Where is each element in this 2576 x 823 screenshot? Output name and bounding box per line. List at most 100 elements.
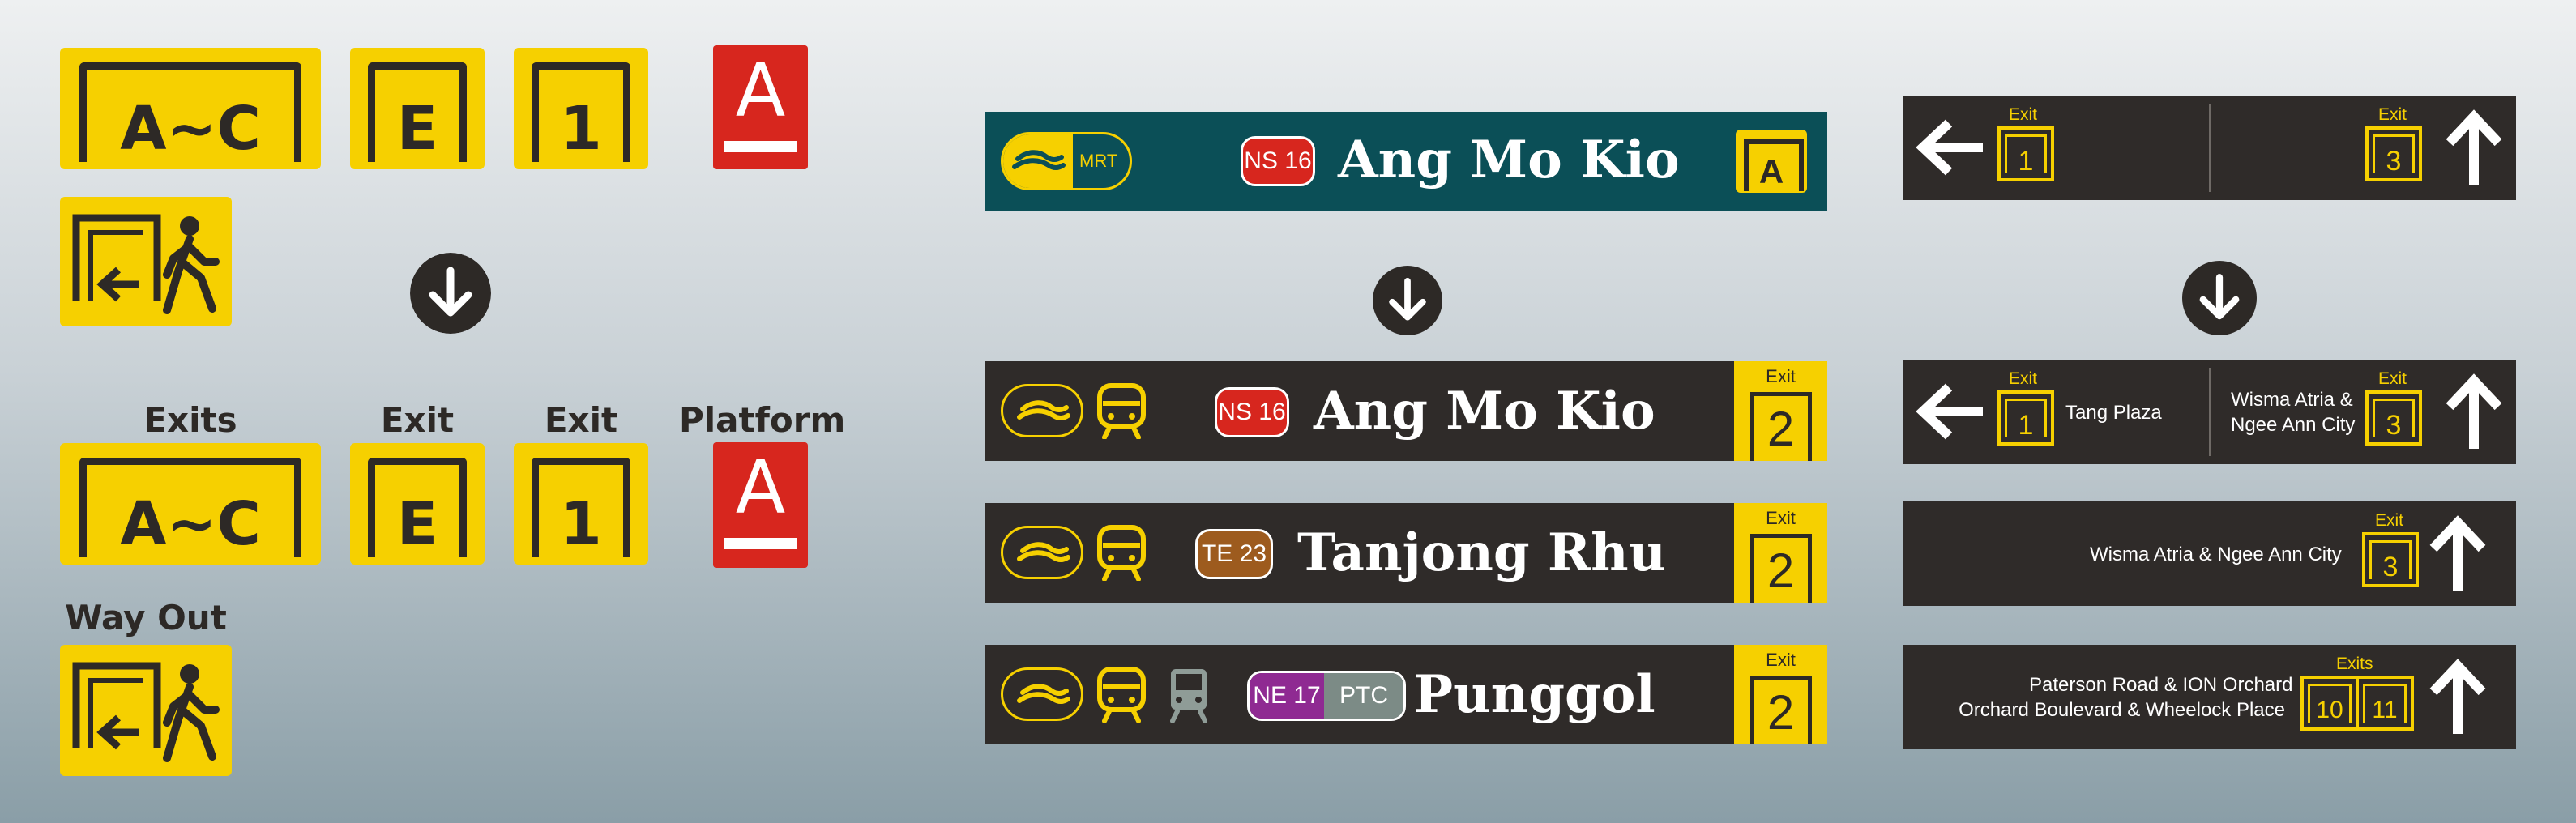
- mrt-logo: [1001, 526, 1083, 579]
- exit-a-tile: A: [1736, 130, 1807, 193]
- platform-letter: A: [735, 446, 786, 531]
- arrow-down-icon: [2182, 261, 2257, 335]
- arrow-up-icon: [2429, 515, 2486, 591]
- exit-tile-a-c-before: A~C: [60, 48, 321, 169]
- destination-paterson: Paterson Road & ION Orchard: [2029, 674, 2293, 696]
- exit-number: 11: [2372, 697, 2398, 723]
- train-icon: [1097, 667, 1146, 723]
- platform-bar: [724, 538, 797, 549]
- way-out-icon: [72, 662, 220, 762]
- mrt-logo: [1001, 667, 1083, 721]
- platform-tile-after: A: [713, 442, 808, 568]
- mrt-logo-text: MRT: [1079, 151, 1118, 171]
- mrt-logo-icon: [1012, 150, 1066, 170]
- direction-sign-2: Wisma Atria & Ngee Ann City Exit 3: [1903, 501, 2516, 606]
- station-sign-ang-mo-kio: NS 16 Ang Mo Kio Exit 2: [985, 361, 1827, 461]
- arrow-down-icon: [1373, 266, 1442, 335]
- exit-label-left: Exit: [2009, 369, 2038, 388]
- platform-bar: [724, 141, 797, 152]
- mrt-logo: MRT: [1001, 132, 1132, 190]
- mrt-logo-icon: [1017, 542, 1070, 562]
- way-out-tile-before: [60, 197, 232, 326]
- exit-box-3: 3: [2365, 390, 2422, 446]
- way-out-tile-after: [60, 645, 232, 776]
- exit-number: 3: [2386, 146, 2402, 177]
- exit-box-1: 1: [1997, 390, 2054, 446]
- direction-sign-3: Paterson Road & ION Orchard Orchard Boul…: [1903, 645, 2516, 749]
- exit-1-label: Exit: [544, 400, 618, 440]
- exit-tile-e-before: E: [350, 48, 485, 169]
- tile-text: E: [396, 94, 438, 164]
- exit-tile-a-c-after: A~C: [60, 443, 321, 565]
- destination-orchard-boulevard: Orchard Boulevard & Wheelock Place: [1959, 699, 2285, 721]
- mrt-logo-icon: [1017, 684, 1070, 704]
- station-code: TE 23: [1195, 529, 1273, 579]
- exit-tile-e-after: E: [350, 443, 485, 565]
- exit-2-panel: Exit 2: [1734, 503, 1827, 603]
- exit-2-panel: Exit 2: [1734, 361, 1827, 461]
- station-code-group: NE 17 PTC: [1247, 671, 1406, 721]
- tile-text: A~C: [120, 94, 261, 164]
- station-name: Ang Mo Kio: [1314, 381, 1655, 441]
- platform-tile-before: A: [713, 45, 808, 169]
- tile-text: A~C: [120, 489, 261, 559]
- exit-tile-1-after: 1: [514, 443, 648, 565]
- exit-box-1: 1: [1997, 126, 2054, 181]
- destination-wisma-2: Ngee Ann City: [2231, 414, 2356, 436]
- train-icon: [1097, 383, 1146, 439]
- lrt-icon: [1170, 669, 1207, 723]
- train-icon: [1097, 525, 1146, 581]
- exit-box-3: 3: [2362, 532, 2419, 587]
- divider: [2209, 368, 2211, 456]
- exit-tile-1-before: 1: [514, 48, 648, 169]
- station-name: Ang Mo Kio: [1338, 130, 1680, 190]
- exit-e-label: Exit: [380, 400, 455, 440]
- station-name: Punggol: [1414, 664, 1655, 725]
- arrow-down-icon: [410, 253, 491, 334]
- exit-label: Exit: [1766, 650, 1796, 670]
- exit-box-3: 3: [2365, 126, 2422, 181]
- exit-box-10: 10: [2300, 676, 2359, 731]
- arrow-up-icon: [2429, 659, 2486, 734]
- exit-label-right: Exit: [2378, 105, 2407, 124]
- exit-number: 3: [2386, 410, 2402, 441]
- divider: [2209, 104, 2211, 192]
- exits-label: Exits: [2336, 655, 2373, 673]
- tile-text: 1: [560, 489, 602, 559]
- exit-number: 2: [1766, 685, 1795, 740]
- station-code: NS 16: [1241, 136, 1315, 186]
- mrt-logo-icon: [1017, 400, 1070, 420]
- arrow-left-icon: [1916, 383, 1983, 440]
- tile-text: E: [396, 489, 438, 559]
- exit-number: 1: [2018, 146, 2034, 177]
- destination-tang-plaza: Tang Plaza: [2065, 402, 2162, 424]
- exit-a-text: A: [1758, 152, 1784, 190]
- exit-label-right: Exit: [2378, 369, 2407, 388]
- exit-label: Exit: [1766, 366, 1796, 386]
- station-code: NE 17: [1250, 673, 1324, 719]
- way-out-label: Way Out: [65, 598, 227, 638]
- exit-label: Exit: [1766, 508, 1796, 528]
- station-code-2: PTC: [1324, 673, 1403, 719]
- tile-text: 1: [560, 94, 602, 164]
- direction-sign-before: Exit 1 Exit 3: [1903, 96, 2516, 200]
- station-code: NS 16: [1215, 387, 1289, 437]
- arrow-left-icon: [1916, 119, 1983, 176]
- exit-box-11: 11: [2356, 676, 2414, 731]
- exit-number: 3: [2382, 552, 2399, 582]
- exit-2-panel: Exit 2: [1734, 645, 1827, 744]
- station-sign-before: MRT NS 16 Ang Mo Kio A: [985, 112, 1827, 211]
- exit-number: 1: [2018, 410, 2034, 441]
- exits-label: Exits: [143, 400, 237, 440]
- destination-wisma-ngee-ann: Wisma Atria & Ngee Ann City: [2090, 544, 2342, 565]
- station-name: Tanjong Rhu: [1297, 522, 1667, 583]
- exit-number: 2: [1766, 544, 1795, 598]
- exit-number: 2: [1766, 402, 1795, 456]
- platform-label: Platform: [679, 400, 846, 440]
- destination-wisma-1: Wisma Atria &: [2231, 389, 2353, 411]
- way-out-icon: [72, 214, 220, 314]
- arrow-up-icon: [2446, 373, 2502, 449]
- station-sign-punggol: NE 17 PTC Punggol Exit 2: [985, 645, 1827, 744]
- direction-sign-1: Exit 1 Tang Plaza Wisma Atria & Ngee Ann…: [1903, 360, 2516, 464]
- platform-letter: A: [735, 49, 786, 134]
